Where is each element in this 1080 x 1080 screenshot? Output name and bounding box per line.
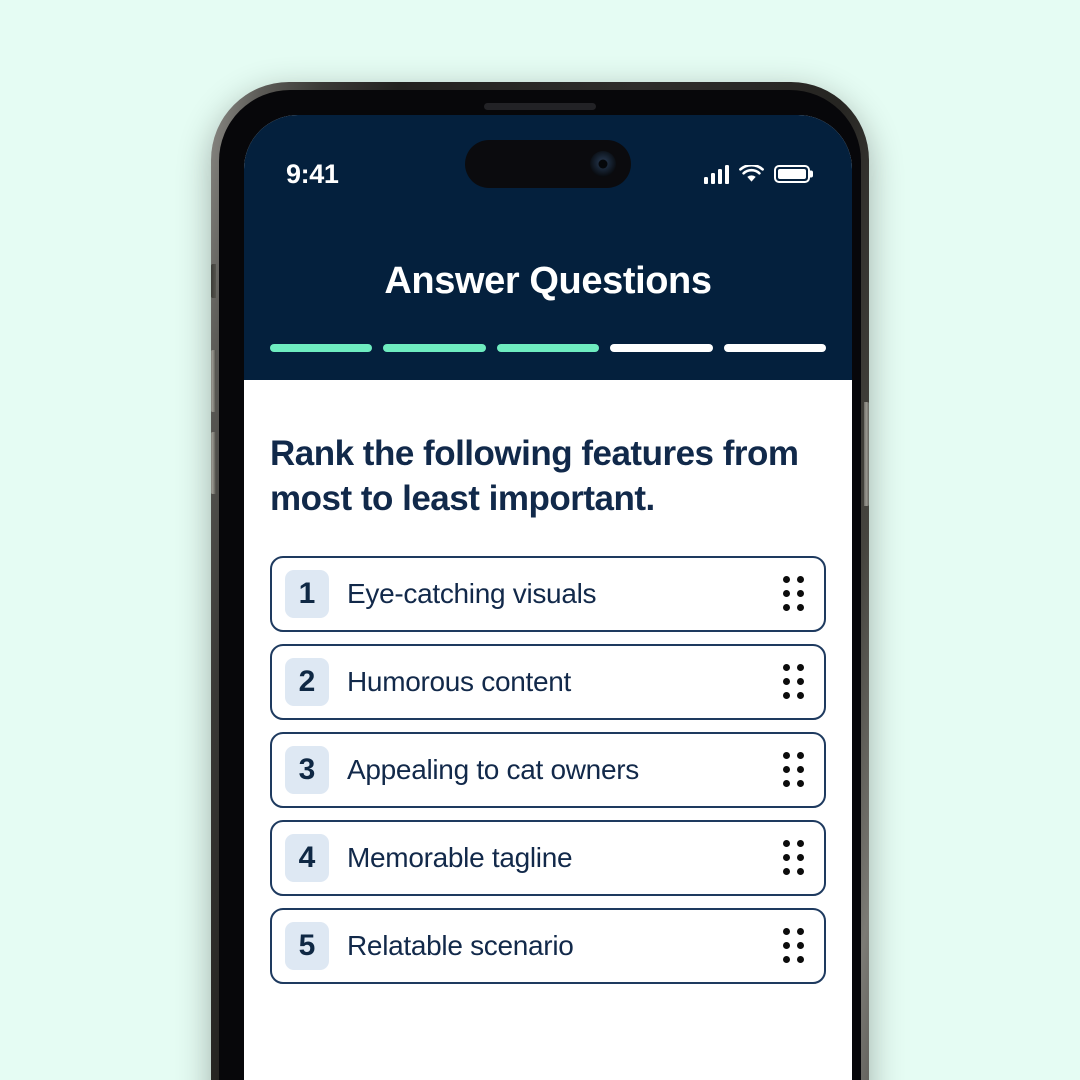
volume-up-button[interactable] (211, 350, 216, 412)
rank-item-label: Memorable tagline (347, 841, 573, 873)
drag-handle-dots-icon[interactable] (783, 576, 804, 612)
cellular-signal-icon (703, 164, 729, 184)
status-bar-time: 9:41 (286, 158, 339, 189)
earpiece-speaker-icon (484, 103, 596, 110)
list-item[interactable]: 4 Memorable tagline (270, 819, 826, 896)
phone-device-frame: 9:41 Answer Questions Rank the following… (211, 82, 869, 1080)
progress-segment-5 (723, 344, 827, 352)
drag-handle-dots-icon[interactable] (783, 752, 804, 788)
drag-handle-dots-icon[interactable] (783, 928, 804, 964)
antenna-band (211, 82, 216, 98)
status-bar-icons (703, 164, 810, 184)
progress-segment-3 (496, 344, 600, 352)
question-prompt: Rank the following features from most to… (270, 434, 799, 518)
rank-badge: 3 (285, 745, 329, 794)
phone-bezel: 9:41 Answer Questions Rank the following… (219, 90, 861, 1080)
list-item[interactable]: 5 Relatable scenario (270, 907, 826, 984)
rank-item-label: Humorous content (347, 665, 571, 697)
drag-handle-dots-icon[interactable] (783, 840, 804, 876)
rank-badge: 4 (285, 833, 329, 882)
power-button[interactable] (864, 402, 869, 506)
status-bar: 9:41 (244, 157, 852, 191)
progress-segment-2 (383, 344, 486, 352)
battery-level-fill (778, 169, 806, 179)
rank-item-label: Relatable scenario (347, 929, 574, 961)
phone-screen: 9:41 Answer Questions Rank the following… (244, 115, 852, 1080)
ranking-list: 1 Eye-catching visuals 2 Humorous conten… (270, 555, 826, 984)
drag-handle-dots-icon[interactable] (783, 664, 804, 700)
battery-icon (774, 165, 810, 183)
progress-indicator (270, 344, 827, 352)
volume-down-button[interactable] (211, 432, 216, 494)
progress-segment-4 (610, 344, 713, 352)
page-title: Answer Questions (384, 260, 712, 302)
progress-segment-1 (270, 344, 373, 352)
rank-item-label: Appealing to cat owners (347, 753, 639, 785)
list-item[interactable]: 2 Humorous content (270, 643, 826, 720)
list-item[interactable]: 1 Eye-catching visuals (270, 555, 826, 632)
app-header: 9:41 Answer Questions (244, 115, 852, 380)
rank-badge: 2 (285, 657, 329, 706)
rank-badge: 5 (285, 921, 329, 970)
silent-switch-button[interactable] (211, 264, 216, 298)
list-item[interactable]: 3 Appealing to cat owners (270, 731, 826, 808)
content-area: Rank the following features from most to… (244, 380, 852, 1080)
rank-badge: 1 (285, 569, 329, 618)
wifi-icon (739, 164, 764, 182)
rank-item-label: Eye-catching visuals (347, 577, 597, 609)
